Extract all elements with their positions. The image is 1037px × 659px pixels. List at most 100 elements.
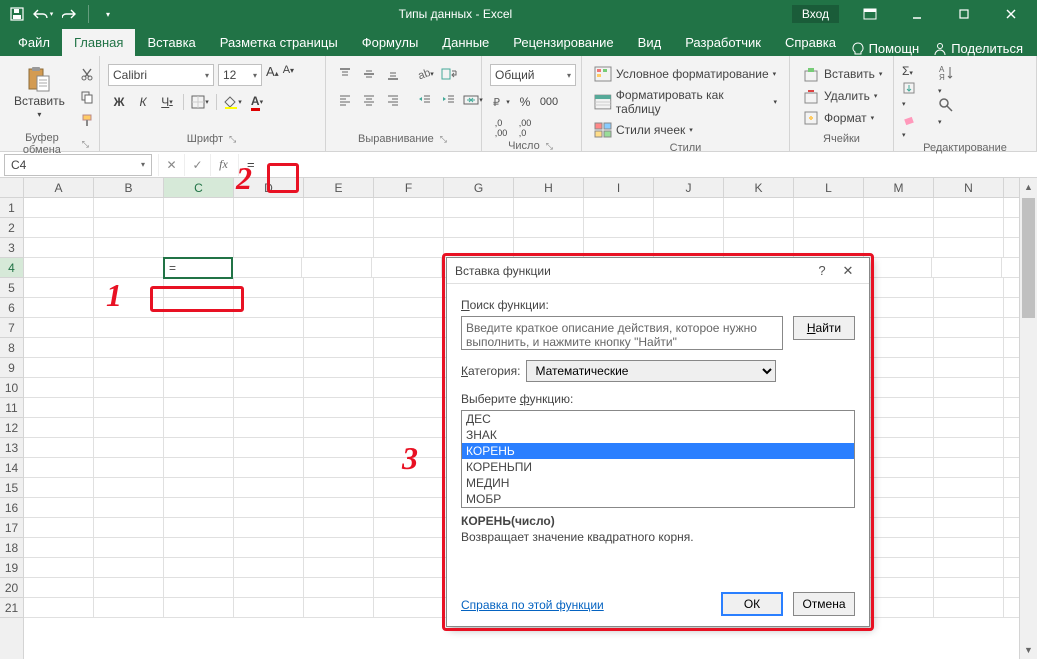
align-middle-icon[interactable] bbox=[358, 64, 380, 84]
cell[interactable] bbox=[932, 258, 1002, 278]
borders-icon[interactable]: ▾ bbox=[189, 92, 211, 112]
cell[interactable] bbox=[374, 458, 444, 478]
function-list-item[interactable]: КОРЕНЬПИ bbox=[462, 459, 854, 475]
cell[interactable] bbox=[24, 598, 94, 618]
cell[interactable] bbox=[234, 418, 304, 438]
row-header[interactable]: 1 bbox=[0, 198, 23, 218]
cell[interactable] bbox=[584, 238, 654, 258]
align-right-icon[interactable] bbox=[382, 90, 404, 110]
cell[interactable] bbox=[374, 358, 444, 378]
find-select-icon[interactable]: ▾ bbox=[938, 97, 962, 127]
cell[interactable] bbox=[94, 378, 164, 398]
cell[interactable] bbox=[864, 338, 934, 358]
align-top-icon[interactable] bbox=[334, 64, 356, 84]
cell[interactable] bbox=[304, 438, 374, 458]
row-header[interactable]: 20 bbox=[0, 578, 23, 598]
format-cells-button[interactable]: Формат▾ bbox=[798, 108, 878, 128]
cell[interactable] bbox=[94, 278, 164, 298]
cell[interactable] bbox=[374, 198, 444, 218]
cell[interactable] bbox=[864, 598, 934, 618]
column-header[interactable]: L bbox=[794, 178, 864, 197]
cell[interactable] bbox=[934, 358, 1004, 378]
tab-главная[interactable]: Главная bbox=[62, 29, 135, 56]
cell[interactable] bbox=[304, 318, 374, 338]
maximize-icon[interactable] bbox=[941, 0, 986, 28]
cell[interactable] bbox=[234, 198, 304, 218]
cell[interactable] bbox=[864, 238, 934, 258]
login-button[interactable]: Вход bbox=[792, 5, 839, 23]
qat-customize-icon[interactable]: ▾ bbox=[97, 3, 119, 25]
cell[interactable] bbox=[304, 558, 374, 578]
cell[interactable] bbox=[794, 238, 864, 258]
cell[interactable] bbox=[24, 338, 94, 358]
cell[interactable] bbox=[934, 478, 1004, 498]
fill-icon[interactable]: ▾ bbox=[902, 81, 928, 109]
tab-вид[interactable]: Вид bbox=[626, 29, 674, 56]
row-header[interactable]: 17 bbox=[0, 518, 23, 538]
cell[interactable] bbox=[724, 218, 794, 238]
cell[interactable] bbox=[234, 318, 304, 338]
cell[interactable] bbox=[862, 258, 932, 278]
cell[interactable] bbox=[164, 198, 234, 218]
row-header[interactable]: 18 bbox=[0, 538, 23, 558]
cell[interactable] bbox=[864, 198, 934, 218]
row-header[interactable]: 4 bbox=[0, 258, 23, 278]
row-header[interactable]: 15 bbox=[0, 478, 23, 498]
cell[interactable] bbox=[864, 558, 934, 578]
accounting-format-icon[interactable]: ₽▾ bbox=[490, 92, 512, 112]
decrease-decimal-icon[interactable]: ,00,0 bbox=[514, 118, 536, 138]
save-icon[interactable] bbox=[6, 3, 28, 25]
cell[interactable] bbox=[864, 458, 934, 478]
cell[interactable] bbox=[164, 338, 234, 358]
italic-button[interactable]: К bbox=[132, 92, 154, 112]
cell[interactable] bbox=[24, 398, 94, 418]
insert-cells-button[interactable]: Вставить▾ bbox=[798, 64, 886, 84]
cell[interactable] bbox=[864, 398, 934, 418]
cell[interactable] bbox=[934, 498, 1004, 518]
cell[interactable] bbox=[234, 438, 304, 458]
cell[interactable] bbox=[304, 238, 374, 258]
row-header[interactable]: 5 bbox=[0, 278, 23, 298]
cancel-button[interactable]: Отмена bbox=[793, 592, 855, 616]
cell[interactable] bbox=[934, 558, 1004, 578]
cell[interactable] bbox=[374, 598, 444, 618]
sort-filter-icon[interactable]: AЯ▾ bbox=[938, 64, 962, 94]
row-header[interactable]: 16 bbox=[0, 498, 23, 518]
enter-formula-icon[interactable]: ✓ bbox=[184, 154, 210, 176]
increase-font-icon[interactable]: A▴ bbox=[266, 64, 279, 86]
find-button[interactable]: Найти bbox=[793, 316, 855, 340]
row-header[interactable]: 14 bbox=[0, 458, 23, 478]
cell[interactable] bbox=[864, 478, 934, 498]
function-list-item[interactable]: МЕДИН bbox=[462, 475, 854, 491]
alignment-launcher-icon[interactable]: ⤡ bbox=[438, 134, 449, 145]
paste-button[interactable]: Вставить ▾ bbox=[8, 64, 71, 121]
cell[interactable] bbox=[864, 498, 934, 518]
tab-рецензирование[interactable]: Рецензирование bbox=[501, 29, 625, 56]
cell[interactable] bbox=[232, 258, 302, 278]
cell[interactable] bbox=[234, 498, 304, 518]
cell[interactable] bbox=[934, 518, 1004, 538]
cell[interactable] bbox=[234, 378, 304, 398]
column-header[interactable]: M bbox=[864, 178, 934, 197]
cell[interactable] bbox=[374, 398, 444, 418]
share-button[interactable]: Поделиться bbox=[933, 41, 1023, 56]
row-header[interactable]: 8 bbox=[0, 338, 23, 358]
cell[interactable] bbox=[584, 218, 654, 238]
cell[interactable] bbox=[164, 278, 234, 298]
dialog-close-icon[interactable]: ✕ bbox=[835, 260, 861, 282]
cell[interactable] bbox=[864, 378, 934, 398]
cell[interactable] bbox=[794, 218, 864, 238]
cell[interactable] bbox=[234, 218, 304, 238]
cell[interactable] bbox=[24, 538, 94, 558]
clear-icon[interactable]: ▾ bbox=[902, 112, 928, 140]
column-header[interactable]: F bbox=[374, 178, 444, 197]
bold-button[interactable]: Ж bbox=[108, 92, 130, 112]
cell[interactable] bbox=[234, 238, 304, 258]
percent-format-icon[interactable]: % bbox=[514, 92, 536, 112]
tab-данные[interactable]: Данные bbox=[430, 29, 501, 56]
tab-справка[interactable]: Справка bbox=[773, 29, 848, 56]
cell[interactable] bbox=[234, 278, 304, 298]
align-center-icon[interactable] bbox=[358, 90, 380, 110]
cell[interactable] bbox=[94, 478, 164, 498]
redo-icon[interactable] bbox=[58, 3, 80, 25]
